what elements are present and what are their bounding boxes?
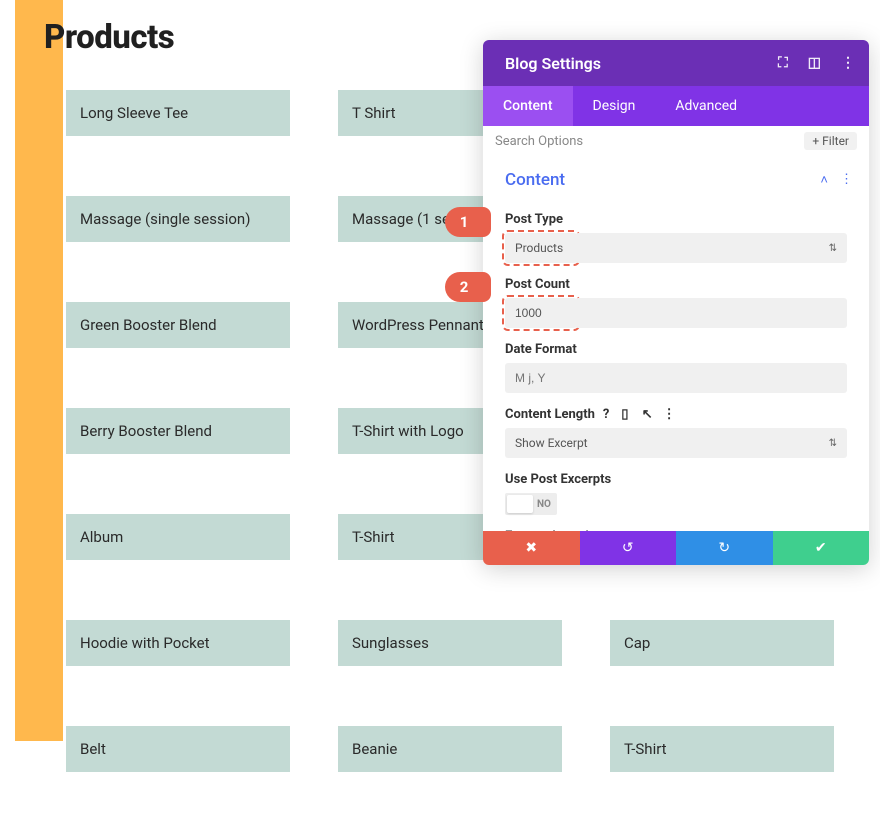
use-excerpts-toggle[interactable]: NO bbox=[505, 493, 557, 515]
toggle-value: NO bbox=[537, 499, 551, 510]
help-icon[interactable]: ? bbox=[603, 407, 609, 422]
filter-button[interactable]: + Filter bbox=[804, 132, 857, 150]
more-icon[interactable]: ⋮ bbox=[841, 55, 855, 71]
content-length-value: Show Excerpt bbox=[515, 436, 588, 450]
content-length-select[interactable]: Show Excerpt ⇅ bbox=[505, 428, 847, 458]
updown-icon: ⇅ bbox=[829, 438, 837, 449]
product-card[interactable]: Album bbox=[66, 514, 290, 560]
close-icon: ✖ bbox=[525, 540, 537, 556]
product-card[interactable]: Cap bbox=[610, 620, 834, 666]
date-format-input[interactable] bbox=[505, 363, 847, 393]
product-card[interactable]: Hoodie with Pocket bbox=[66, 620, 290, 666]
field-more-icon[interactable]: ⋮ bbox=[663, 407, 676, 422]
product-card[interactable]: Berry Booster Blend bbox=[66, 408, 290, 454]
plus-icon: + bbox=[812, 134, 819, 148]
redo-icon: ↻ bbox=[718, 540, 730, 556]
post-type-select[interactable]: Products bbox=[505, 233, 577, 263]
panel-header[interactable]: Blog Settings ⛶ ◫ ⋮ bbox=[483, 40, 869, 86]
post-count-input[interactable] bbox=[505, 298, 577, 328]
post-count-label: Post Count bbox=[505, 277, 847, 292]
chevron-up-icon[interactable]: ˄ bbox=[820, 172, 828, 188]
product-card[interactable]: Massage (single session) bbox=[66, 196, 290, 242]
product-card[interactable]: Green Booster Blend bbox=[66, 302, 290, 348]
tab-design[interactable]: Design bbox=[573, 86, 656, 126]
search-input[interactable]: Search Options bbox=[495, 134, 583, 149]
product-card[interactable]: Long Sleeve Tee bbox=[66, 90, 290, 136]
marker-2-label: 2 bbox=[460, 278, 469, 296]
post-type-select-rest[interactable]: ⇅ bbox=[575, 233, 847, 263]
panel-tabs: Content Design Advanced bbox=[483, 86, 869, 126]
post-count-value[interactable] bbox=[515, 306, 567, 320]
tab-content[interactable]: Content bbox=[483, 86, 573, 126]
save-button[interactable]: ✔ bbox=[773, 531, 870, 565]
panel-footer: ✖ ↺ ↻ ✔ bbox=[483, 531, 869, 565]
check-icon: ✔ bbox=[815, 540, 827, 556]
updown-icon: ⇅ bbox=[829, 243, 837, 254]
post-count-input-rest[interactable] bbox=[575, 298, 847, 328]
mobile-icon[interactable]: ▭ bbox=[618, 408, 633, 420]
date-format-value[interactable] bbox=[515, 371, 837, 385]
content-length-label-text: Content Length bbox=[505, 407, 595, 422]
post-type-value: Products bbox=[515, 241, 563, 255]
post-type-label: Post Type bbox=[505, 212, 847, 227]
search-row: Search Options + Filter bbox=[483, 126, 869, 156]
content-length-label: Content Length ? ▭ ↖ ⋮ bbox=[505, 407, 847, 422]
columns-icon[interactable]: ◫ bbox=[808, 55, 821, 71]
section-title: Content bbox=[505, 170, 565, 190]
annotation-marker-2: 2 bbox=[445, 272, 491, 302]
undo-button[interactable]: ↺ bbox=[580, 531, 677, 565]
cursor-icon[interactable]: ↖ bbox=[642, 407, 653, 422]
tab-advanced[interactable]: Advanced bbox=[655, 86, 757, 126]
marker-1-label: 1 bbox=[460, 213, 469, 231]
section-more-icon[interactable]: ⋮ bbox=[840, 172, 853, 188]
date-format-label: Date Format bbox=[505, 342, 847, 357]
page-title: Products bbox=[44, 18, 174, 57]
cancel-button[interactable]: ✖ bbox=[483, 531, 580, 565]
fields-area: Post Type Products ⇅ Post Count Date For… bbox=[483, 198, 869, 531]
section-content-header[interactable]: Content ˄ ⋮ bbox=[483, 156, 869, 198]
redo-button[interactable]: ↻ bbox=[676, 531, 773, 565]
annotation-marker-1: 1 bbox=[445, 207, 491, 237]
filter-label: Filter bbox=[822, 134, 849, 148]
toggle-knob bbox=[507, 495, 533, 513]
expand-icon[interactable]: ⛶ bbox=[778, 55, 788, 71]
undo-icon: ↺ bbox=[622, 540, 634, 556]
use-excerpts-label: Use Post Excerpts bbox=[505, 472, 847, 487]
product-card[interactable]: Sunglasses bbox=[338, 620, 562, 666]
product-card[interactable]: Belt bbox=[66, 726, 290, 772]
blog-settings-panel: Blog Settings ⛶ ◫ ⋮ Content Design Advan… bbox=[483, 40, 869, 565]
panel-title: Blog Settings bbox=[505, 54, 601, 73]
left-accent-bar bbox=[15, 0, 63, 741]
product-card[interactable]: T-Shirt bbox=[610, 726, 834, 772]
product-card[interactable]: Beanie bbox=[338, 726, 562, 772]
